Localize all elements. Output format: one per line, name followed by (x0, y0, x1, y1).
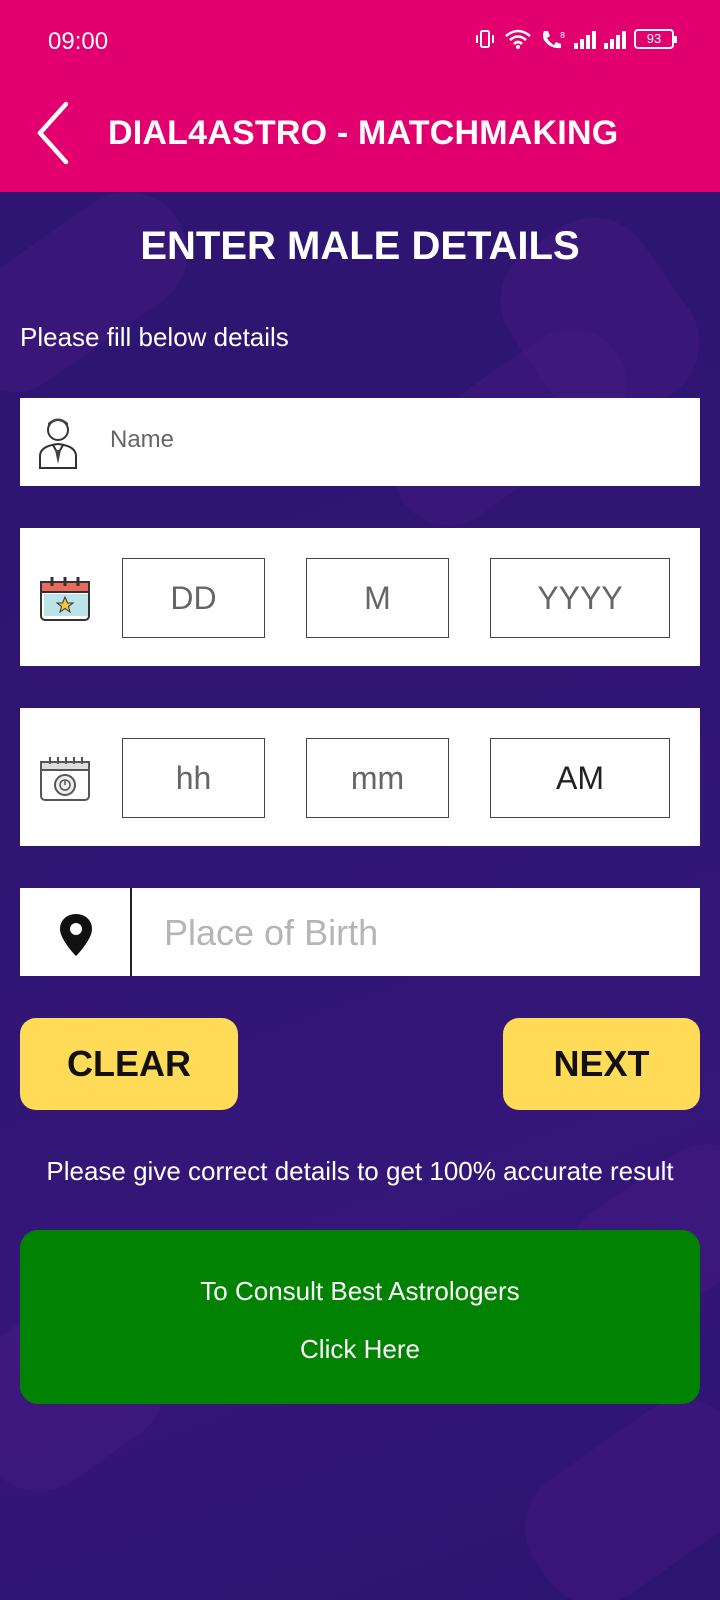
wifi-icon (505, 29, 531, 49)
name-field-card (20, 398, 700, 486)
place-of-birth-input[interactable] (164, 912, 684, 954)
time-of-birth-card: hh mm AM (20, 708, 700, 846)
accuracy-note: Please give correct details to get 100% … (46, 1156, 674, 1186)
month-input[interactable]: M (306, 558, 449, 638)
minute-input[interactable]: mm (306, 738, 449, 818)
svg-text:8: 8 (560, 31, 565, 40)
calendar-icon (40, 577, 90, 621)
call-icon: 8 (543, 31, 565, 49)
consult-text: To Consult Best Astrologers (200, 1276, 520, 1306)
clear-button[interactable]: CLEAR (20, 1018, 238, 1110)
page-title: ENTER MALE DETAILS (140, 224, 580, 268)
app-title: DIAL4ASTRO - MATCHMAKING (108, 114, 619, 152)
status-icons: 8 93 (474, 28, 677, 50)
year-input[interactable]: YYYY (490, 558, 670, 638)
ampm-select[interactable]: AM (490, 738, 670, 818)
place-of-birth-card (20, 888, 700, 976)
background-shape (501, 1375, 720, 1600)
click-here-text: Click Here (300, 1334, 420, 1364)
divider (130, 888, 132, 976)
signal-icon (574, 29, 596, 49)
app-header: 09:00 8 93 DIAL4ASTRO - MATCHMAKING (0, 0, 720, 192)
day-input[interactable]: DD (122, 558, 265, 638)
clock-calendar-icon (40, 757, 90, 801)
location-pin-icon (60, 914, 92, 956)
next-button[interactable]: NEXT (503, 1018, 700, 1110)
consult-astrologers-button[interactable]: To Consult Best Astrologers Click Here (20, 1230, 700, 1404)
status-time: 09:00 (48, 28, 109, 55)
person-icon (39, 418, 77, 469)
date-of-birth-card: DD M YYYY (20, 528, 700, 666)
chevron-left-icon[interactable] (32, 98, 76, 168)
form-instructions: Please fill below details (20, 322, 289, 352)
name-input[interactable] (110, 426, 670, 454)
signal-icon (604, 29, 626, 49)
hour-input[interactable]: hh (122, 738, 265, 818)
vibrate-icon (476, 30, 494, 48)
battery-icon: 93 (634, 29, 677, 49)
